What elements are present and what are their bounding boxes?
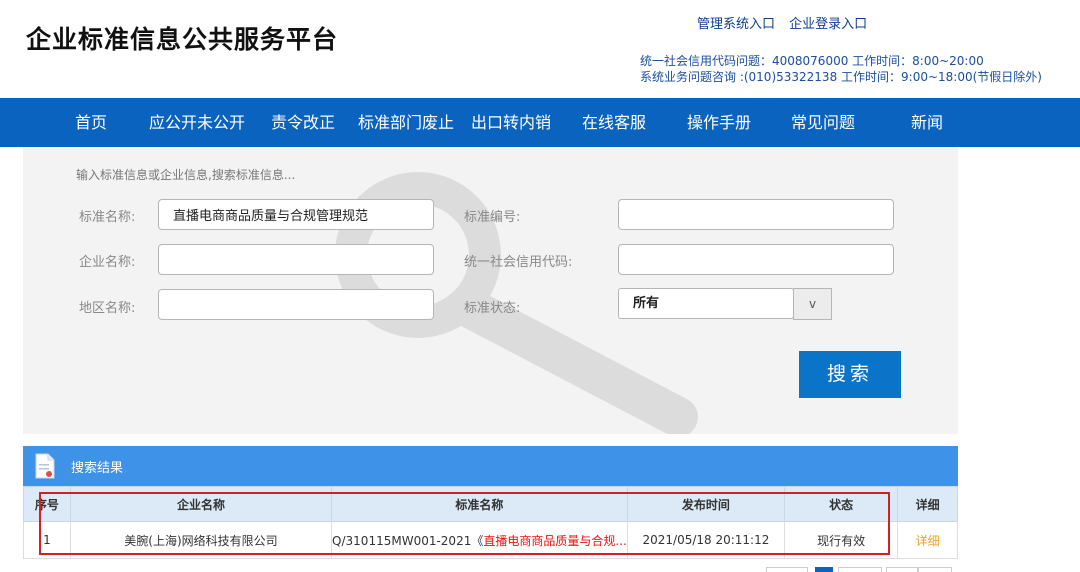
nav-item-unpublished[interactable]: 应公开未公开 [149,98,245,147]
contact-line-credit: 统一社会信用代码问题：4008076000 工作时间：8:00~20:00 [640,54,984,68]
nav-item-export-domestic[interactable]: 出口转内销 [471,98,551,147]
status-dropdown-button[interactable]: v [793,288,832,320]
results-title: 搜索结果 [71,461,124,476]
search-panel: 输入标准信息或企业信息,搜索标准信息... 标准名称: 标准编号: 企业名称: … [23,147,958,434]
contact-line-business: 系统业务问题咨询 :(010)53322138 工作时间：9:00~18:00(… [640,70,1042,84]
admin-entry-link[interactable]: 管理系统入口 [697,17,775,32]
site-title: 企业标准信息公共服务平台 [26,25,339,54]
std-name-label: 标准名称: [79,210,136,225]
table-header-row: 序号 企业名称 标准名称 发布时间 状态 详细 [23,486,958,522]
cell-detail: 详细 [897,521,958,559]
region-name-label: 地区名称: [79,301,136,316]
cell-index: 1 [23,521,71,559]
nav-item-faq[interactable]: 常见问题 [791,98,855,147]
col-header-detail: 详细 [897,486,958,522]
col-header-index: 序号 [23,486,71,522]
pager-go-button[interactable] [918,567,952,572]
header: 企业标准信息公共服务平台 管理系统入口 企业登录入口 统一社会信用代码问题：40… [0,0,1080,98]
cell-status: 现行有效 [784,521,899,559]
cell-date: 2021/05/18 20:11:12 [626,521,786,559]
nav-item-manual[interactable]: 操作手册 [687,98,751,147]
col-header-status: 状态 [784,486,899,522]
credit-code-input[interactable] [618,244,894,275]
pager-next-button[interactable] [838,567,882,572]
region-name-input[interactable] [158,289,434,320]
main-nav: 首页 应公开未公开 责令改正 标准部门废止 出口转内销 在线客服 操作手册 常见… [0,98,1080,147]
std-status-label: 标准状态: [464,301,521,316]
results-header-bar: 搜索结果 [23,446,958,486]
search-hint: 输入标准信息或企业信息,搜索标准信息... [76,168,296,182]
std-no-input[interactable] [618,199,894,230]
nav-item-online-service[interactable]: 在线客服 [582,98,646,147]
pager-prev-button[interactable] [766,567,808,572]
std-status-select[interactable]: 所有 [618,288,794,319]
credit-code-label: 统一社会信用代码: [464,255,573,270]
company-name-input[interactable] [158,244,434,275]
search-button[interactable]: 搜索 [799,351,901,398]
nav-item-abolished[interactable]: 标准部门废止 [358,98,454,147]
cell-std-name[interactable]: Q/310115MW001-2021《直播电商商品质量与合规... [331,521,628,559]
std-name-input[interactable] [158,199,434,230]
contact-info: 统一社会信用代码问题：4008076000 工作时间：8:00~20:00 系统… [640,53,1042,85]
pager-page-input[interactable] [886,567,918,572]
company-login-link[interactable]: 企业登录入口 [789,17,867,32]
nav-item-news[interactable]: 新闻 [911,98,943,147]
document-icon [35,453,55,479]
nav-item-home[interactable]: 首页 [75,98,107,147]
pager-current-page[interactable] [815,567,833,572]
cell-company: 美腕(上海)网络科技有限公司 [69,521,333,559]
nav-item-correction[interactable]: 责令改正 [271,98,335,147]
detail-link[interactable]: 详细 [916,534,940,548]
std-code: Q/310115MW001-2021《 [332,533,484,548]
table-row: 1 美腕(上海)网络科技有限公司 Q/310115MW001-2021《直播电商… [23,521,958,559]
col-header-date: 发布时间 [626,486,786,522]
std-title-highlight: 直播电商商品质量与合规... [483,533,627,548]
top-links: 管理系统入口 企业登录入口 [697,13,877,32]
col-header-company: 企业名称 [69,486,333,522]
results-table: 序号 企业名称 标准名称 发布时间 状态 详细 1 美腕(上海)网络科技有限公司… [23,486,958,559]
company-name-label: 企业名称: [79,255,136,270]
col-header-std-name: 标准名称 [331,486,628,522]
std-no-label: 标准编号: [464,210,521,225]
